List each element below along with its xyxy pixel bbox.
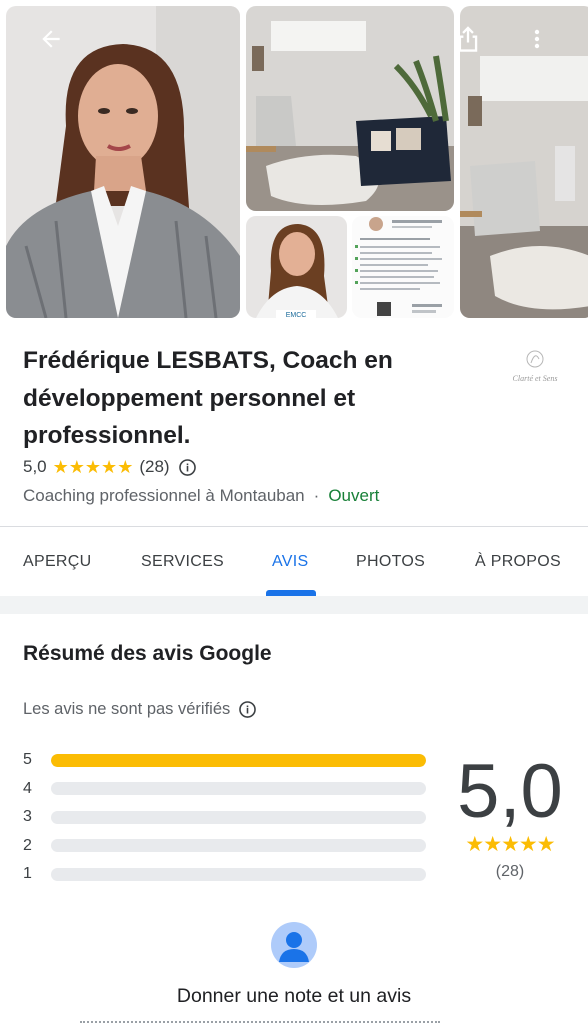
share-icon bbox=[458, 26, 478, 52]
svg-text:EMCC: EMCC bbox=[286, 312, 307, 318]
rating-bar-5: 5 bbox=[23, 746, 433, 774]
unverified-note: Les avis ne sont pas vérifiés bbox=[23, 697, 257, 721]
review-summary-title: Résumé des avis Google bbox=[23, 642, 272, 665]
rating-stars: ★★★★★ bbox=[52, 456, 134, 477]
rating-bar-3: 3 bbox=[23, 803, 433, 831]
photo-gallery[interactable]: EMCC bbox=[0, 0, 588, 322]
tab-reviews[interactable]: AVIS bbox=[272, 528, 308, 596]
office-photo[interactable] bbox=[246, 6, 454, 211]
share-button[interactable] bbox=[448, 19, 488, 59]
more-vert-icon bbox=[534, 29, 540, 49]
business-logo: Clarté et Sens bbox=[505, 345, 565, 389]
truncated-text bbox=[80, 1019, 440, 1024]
rating-bar-label: 3 bbox=[23, 808, 32, 825]
tab-photos[interactable]: PHOTOS bbox=[356, 528, 425, 596]
category-label: Coaching professionnel à Montauban bbox=[23, 486, 305, 505]
tab-about[interactable]: À PROPOS bbox=[475, 528, 561, 596]
arrow-back-icon bbox=[42, 30, 60, 48]
info-icon[interactable] bbox=[238, 700, 257, 719]
review-count: (28) bbox=[139, 457, 170, 476]
separator-dot: · bbox=[313, 486, 320, 505]
svg-text:Clarté et Sens: Clarté et Sens bbox=[513, 374, 558, 383]
rating-row[interactable]: 5,0 ★★★★★ (28) bbox=[23, 455, 197, 479]
category-row: Coaching professionnel à Montauban · Ouv… bbox=[23, 484, 379, 508]
back-button[interactable] bbox=[31, 19, 71, 59]
user-avatar[interactable] bbox=[271, 922, 317, 968]
rating-bar-1: 1 bbox=[23, 860, 433, 888]
tab-services[interactable]: SERVICES bbox=[141, 528, 224, 596]
rating-bar-2: 2 bbox=[23, 832, 433, 860]
header-divider bbox=[0, 526, 588, 527]
portrait-photo-small[interactable]: EMCC bbox=[246, 216, 347, 318]
rating-bar-label: 5 bbox=[23, 751, 32, 768]
rating-bar-fill bbox=[51, 753, 426, 767]
rating-bar-4: 4 bbox=[23, 775, 433, 803]
place-title: Frédérique LESBATS, Coach en développeme… bbox=[23, 347, 393, 449]
tab-bar: APERÇU SERVICES AVIS PHOTOS À PROPOS bbox=[0, 528, 588, 596]
flyer-photo[interactable] bbox=[352, 216, 454, 318]
open-status[interactable]: Ouvert bbox=[328, 486, 379, 506]
rating-bar-label: 2 bbox=[23, 836, 32, 854]
person-icon bbox=[279, 932, 309, 962]
total-review-count: (28) bbox=[495, 863, 525, 880]
rating-bar-label: 4 bbox=[23, 779, 32, 797]
rating-bar-label: 1 bbox=[23, 865, 32, 882]
more-options-button[interactable] bbox=[517, 19, 557, 59]
unverified-note-text: Les avis ne sont pas vérifiés bbox=[23, 699, 231, 718]
average-stars: ★★★★★ bbox=[465, 833, 555, 856]
section-separator bbox=[0, 596, 588, 614]
write-review-button[interactable]: Donner une note et un avis bbox=[0, 985, 588, 1008]
info-icon[interactable] bbox=[178, 458, 197, 477]
average-score: 5,0 bbox=[457, 749, 563, 834]
rating-value: 5,0 bbox=[23, 457, 47, 476]
tab-overview[interactable]: APERÇU bbox=[23, 528, 91, 596]
